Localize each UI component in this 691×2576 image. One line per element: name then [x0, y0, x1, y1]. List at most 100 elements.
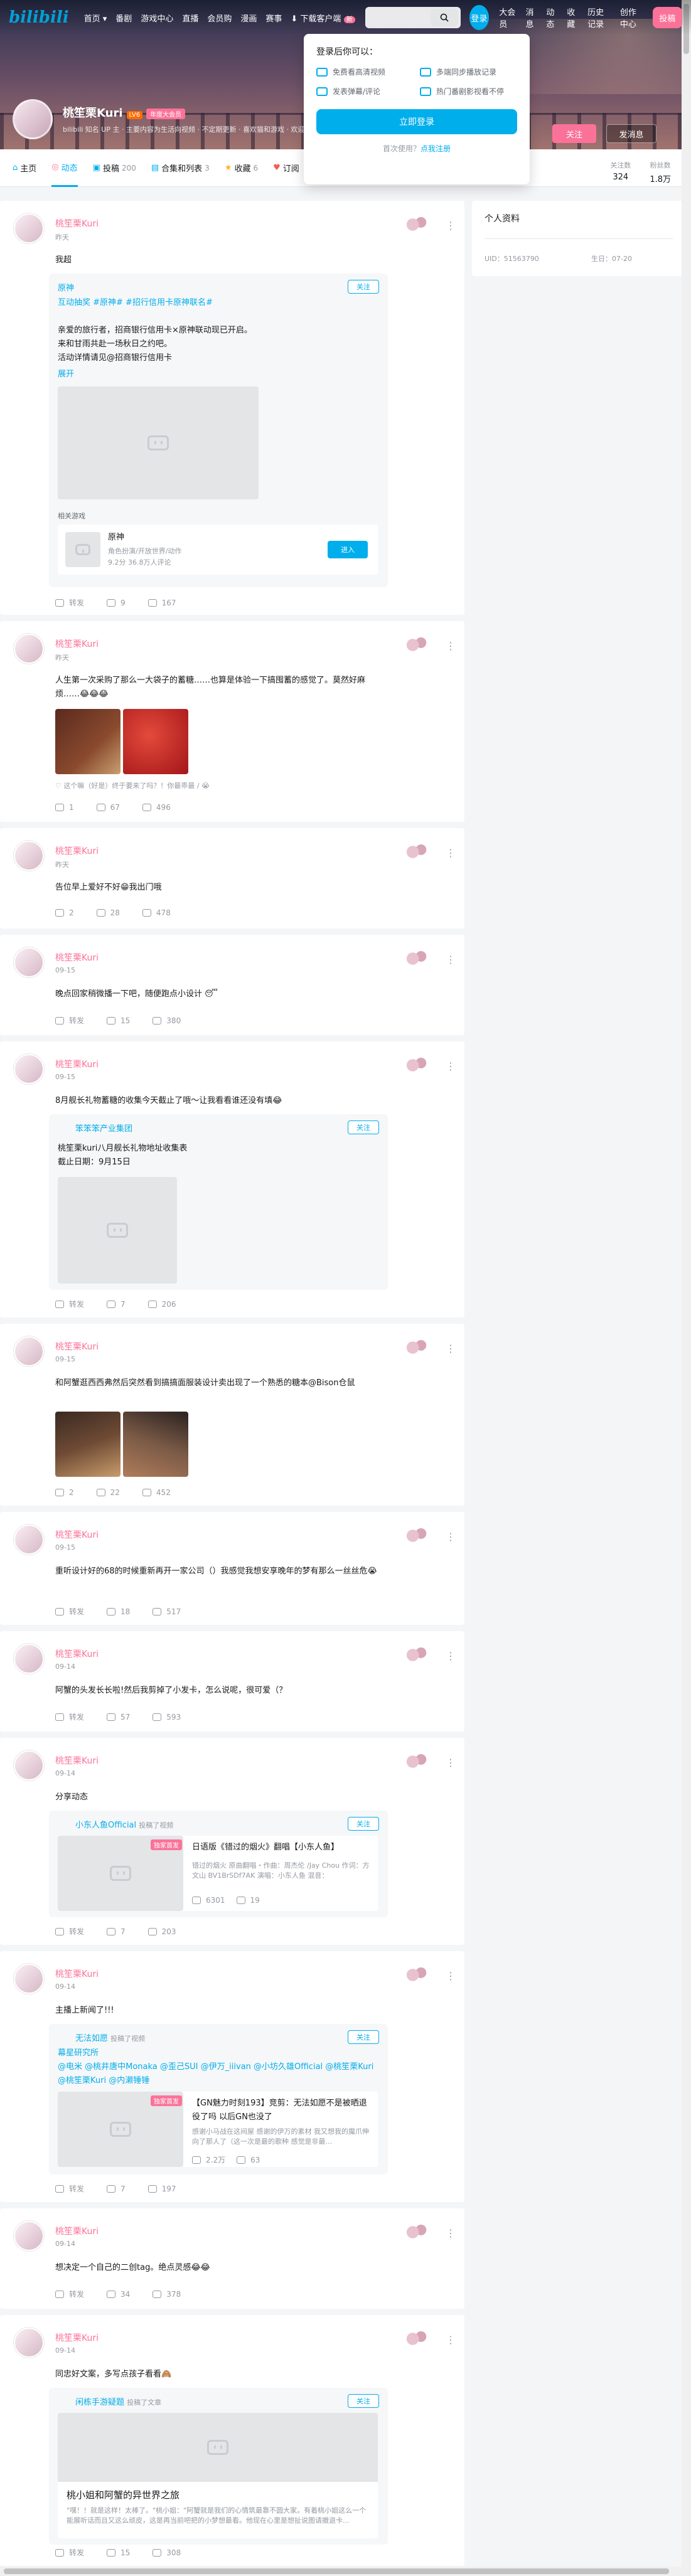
tab-dynamics[interactable]: ◎ 动态: [51, 149, 78, 187]
post-author[interactable]: 桃笙栗Kuri: [55, 1058, 99, 1070]
post-author[interactable]: 桃笙栗Kuri: [55, 637, 99, 650]
post-avatar[interactable]: [14, 947, 44, 977]
embed-author-name[interactable]: 无法如愿: [75, 2034, 108, 2043]
post-author[interactable]: 桃笙栗Kuri: [55, 2225, 99, 2237]
more-icon[interactable]: ⋮: [446, 2334, 456, 2346]
share-button[interactable]: 转发: [55, 1015, 84, 1026]
share-button[interactable]: 2: [55, 908, 74, 917]
upload-button[interactable]: 投稿: [652, 7, 682, 28]
expand-link[interactable]: 展开: [58, 368, 384, 381]
forwarded-post[interactable]: 原神 关注 互动抽奖 #原神# #招行信用卡原神联名# 亲爱的旅行者，招商银行信…: [49, 274, 388, 587]
more-icon[interactable]: ⋮: [446, 1757, 456, 1769]
more-icon[interactable]: ⋮: [446, 2227, 456, 2239]
like-button[interactable]: 197: [147, 2185, 176, 2193]
forwarded-post[interactable]: 闲栋手游疑题 投稿了文章 关注 桃小姐和阿蟹的异世界之旅 "嘿！！就是这样！太棒…: [49, 2388, 388, 2545]
more-icon[interactable]: ⋮: [446, 220, 456, 232]
post-author[interactable]: 桃笙栗Kuri: [55, 1528, 99, 1541]
tab-uploads[interactable]: ▣ 投稿 200: [93, 149, 136, 187]
comment-button[interactable]: 67: [96, 803, 120, 812]
user-avatar[interactable]: [13, 99, 53, 139]
nav-live[interactable]: 直播: [182, 12, 198, 24]
nav-games[interactable]: 游戏中心: [141, 12, 173, 24]
embed-follow-button[interactable]: 关注: [348, 1817, 379, 1831]
post-avatar[interactable]: [14, 1964, 44, 1994]
post-author[interactable]: 桃笙栗Kuri: [55, 217, 99, 230]
post-image[interactable]: [123, 1412, 188, 1477]
post-avatar[interactable]: [14, 1525, 44, 1555]
like-button[interactable]: 308: [153, 2548, 181, 2557]
tab-favorites[interactable]: ★ 收藏 6: [225, 149, 258, 187]
like-button[interactable]: 517: [153, 1607, 181, 1616]
like-button[interactable]: 206: [147, 1300, 176, 1309]
comment-button[interactable]: 57: [107, 1713, 130, 1722]
embed-follow-button[interactable]: 关注: [348, 2030, 379, 2044]
share-button[interactable]: 转发: [55, 1926, 84, 1937]
post-avatar[interactable]: [14, 1750, 44, 1780]
post-author[interactable]: 桃笙栗Kuri: [55, 1340, 99, 1353]
nav-download[interactable]: ⬇ 下载客户端 新: [291, 12, 355, 24]
comment-button[interactable]: 22: [96, 1488, 120, 1497]
share-button[interactable]: 2: [55, 1488, 74, 1497]
post-author[interactable]: 桃笙栗Kuri: [55, 1647, 99, 1660]
forwarded-post[interactable]: 小东人鱼Official 投稿了视频 关注 独家首发 日语版《错过的烟火》翻唱【…: [49, 1811, 388, 1917]
forwarded-post[interactable]: 无法如愿 投稿了视频 关注 幕星研究所 @电米 @桃井唐中Monaka @歪己S…: [49, 2024, 388, 2174]
post-image[interactable]: [55, 1412, 121, 1477]
share-button[interactable]: 转发: [55, 1299, 84, 1309]
share-button[interactable]: 1: [55, 803, 74, 812]
comment-button[interactable]: 34: [107, 2290, 130, 2299]
nav-messages[interactable]: 消息: [526, 6, 538, 29]
video-card[interactable]: 独家首发 【GN魅力时刻193】竞剪：无法如愿不是被晒退役了吗 以后GN也没了 …: [58, 2092, 378, 2167]
more-icon[interactable]: ⋮: [446, 1531, 456, 1543]
like-button[interactable]: 452: [142, 1488, 171, 1497]
search-box[interactable]: [365, 7, 461, 28]
more-icon[interactable]: ⋮: [446, 1343, 456, 1355]
embed-author[interactable]: 原神: [58, 281, 74, 293]
share-button[interactable]: 转发: [55, 2289, 84, 2299]
embed-author-name[interactable]: 小东人鱼Official: [75, 1821, 136, 1830]
embed-follow-button[interactable]: 关注: [348, 280, 379, 294]
post-image[interactable]: [123, 709, 188, 774]
bilibili-logo[interactable]: bilibili: [9, 8, 69, 27]
embed-author[interactable]: 笨笨笨产业集团: [75, 1122, 132, 1134]
embed-author-name[interactable]: 闲栋手游疑题: [75, 2398, 124, 2407]
more-icon[interactable]: ⋮: [446, 1970, 456, 1982]
nav-shop[interactable]: 会员购: [207, 12, 232, 24]
nav-anime[interactable]: 番剧: [115, 12, 132, 24]
comment-button[interactable]: 15: [107, 2548, 130, 2557]
share-button[interactable]: 转发: [55, 1606, 84, 1617]
horizontal-scrollbar[interactable]: [0, 2567, 682, 2576]
video-card[interactable]: 独家首发 日语版《错过的烟火》翻唱【小东人鱼】 错过的烟火 原曲翻唱・作曲：周杰…: [58, 1836, 378, 1911]
nav-vip[interactable]: 大会员: [499, 6, 517, 29]
like-button[interactable]: 496: [142, 803, 171, 812]
post-avatar[interactable]: [14, 213, 44, 243]
post-avatar[interactable]: [14, 1054, 44, 1084]
stat-fans[interactable]: 粉丝数 1.8万: [650, 160, 671, 184]
forwarded-post[interactable]: 笨笨笨产业集团 关注 桃笙栗kuri八月舰长礼物地址收集表 截止日期：9月15日: [49, 1114, 388, 1290]
share-button[interactable]: 转发: [55, 2183, 84, 2194]
post-image[interactable]: [55, 709, 121, 774]
like-button[interactable]: 478: [142, 908, 171, 917]
nav-esports[interactable]: 赛事: [265, 12, 282, 24]
register-link[interactable]: 点我注册: [420, 144, 451, 153]
embed-follow-button[interactable]: 关注: [348, 2394, 379, 2408]
embed-image[interactable]: [58, 1177, 177, 1284]
related-game-card[interactable]: 原神 角色扮演/开放世界/动作 9.2分 36.8万人评论 进入: [58, 524, 378, 575]
follow-button[interactable]: 关注: [552, 124, 596, 143]
post-author[interactable]: 桃笙栗Kuri: [55, 1967, 99, 1980]
like-button[interactable]: 380: [153, 1016, 181, 1025]
nav-history[interactable]: 历史记录: [587, 6, 611, 29]
embed-follow-button[interactable]: 关注: [348, 1120, 379, 1134]
post-author[interactable]: 桃笙栗Kuri: [55, 844, 99, 857]
scrollbar-thumb[interactable]: [4, 2568, 669, 2574]
more-icon[interactable]: ⋮: [446, 954, 456, 966]
comment-button[interactable]: 28: [96, 908, 120, 917]
post-avatar[interactable]: [14, 1644, 44, 1674]
stat-following[interactable]: 关注数 324: [610, 160, 631, 184]
nav-creator[interactable]: 创作中心: [620, 6, 644, 29]
comment-button[interactable]: 9: [107, 599, 126, 607]
comment-button[interactable]: 15: [107, 1016, 130, 1025]
like-button[interactable]: 167: [147, 599, 176, 607]
post-author[interactable]: 桃笙栗Kuri: [55, 1754, 99, 1767]
embed-image[interactable]: [58, 386, 259, 499]
comment-button[interactable]: 7: [107, 1300, 126, 1309]
